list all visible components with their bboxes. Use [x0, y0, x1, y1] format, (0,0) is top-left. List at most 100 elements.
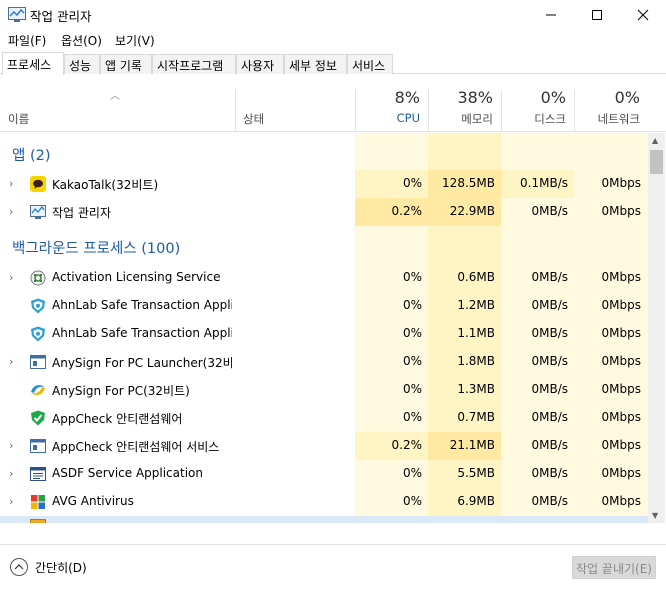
expand-chevron-icon[interactable]: ›: [9, 205, 13, 218]
memory-value: 0.7MB: [457, 410, 495, 424]
tab-details[interactable]: 세부 정보: [284, 54, 347, 74]
memory-value: 0.6MB: [457, 270, 495, 284]
header-disk[interactable]: 0% 디스크: [501, 74, 574, 132]
close-icon: [637, 9, 649, 21]
network-value: 0Mbps: [601, 410, 641, 424]
process-name: AppCheck 안티랜섬웨어: [52, 412, 183, 426]
process-row[interactable]: › AVG Antivirus 0% 6.9MB 0MB/s 0Mbps: [0, 488, 648, 516]
close-button[interactable]: [620, 0, 666, 30]
maximize-icon: [592, 10, 602, 20]
menu-view[interactable]: 보기(V): [115, 32, 155, 49]
process-row[interactable]: AhnLab Safe Transaction Appli... 0% 1.1M…: [0, 320, 648, 348]
memory-value: 6.9MB: [457, 494, 495, 508]
tab-services[interactable]: 서비스: [347, 54, 393, 74]
process-row[interactable]: › KakaoTalk(32비트) 0% 128.5MB 0.1MB/s 0Mb…: [0, 170, 648, 198]
scroll-down-icon[interactable]: ▼: [652, 511, 658, 520]
expand-chevron-icon[interactable]: ›: [9, 355, 13, 368]
title-bar: 작업 관리자: [0, 0, 666, 30]
task-manager-icon: [8, 7, 26, 22]
vertical-scrollbar[interactable]: ▲ ▼: [648, 133, 665, 523]
network-label: 네트워크: [597, 112, 640, 126]
disk-value: 0MB/s: [531, 466, 568, 480]
menu-options[interactable]: 옵션(O): [61, 32, 102, 49]
menu-file[interactable]: 파일(F): [8, 32, 46, 49]
header-network[interactable]: 0% 네트워크: [574, 74, 648, 132]
expand-chevron-icon[interactable]: ›: [9, 467, 13, 480]
minimize-button[interactable]: [528, 0, 574, 30]
process-row[interactable]: › ASDF Service Application 0% 5.5MB 0MB/…: [0, 460, 648, 488]
end-task-button[interactable]: 작업 끝내기(E): [572, 556, 656, 579]
tab-startup[interactable]: 시작프로그램: [152, 54, 236, 74]
process-row[interactable]: › AnySign For PC Launcher(32비... 0% 1.8M…: [0, 348, 648, 376]
asdf-icon: [30, 467, 46, 481]
process-name: 작업 관리자: [52, 206, 112, 220]
network-value: 0Mbps: [601, 382, 641, 396]
cpu-value: 0%: [402, 466, 422, 480]
process-row-selected[interactable]: [0, 516, 648, 523]
process-row[interactable]: › 작업 관리자 0.2% 22.9MB 0MB/s 0Mbps: [0, 198, 648, 226]
process-name: AppCheck 안티랜섬웨어 서비스: [52, 440, 220, 454]
expand-chevron-icon[interactable]: ›: [9, 495, 13, 508]
memory-value: 22.9MB: [449, 204, 495, 218]
group-header-background[interactable]: 백그라운드 프로세스 (100): [0, 232, 648, 260]
network-total-percent: 0%: [614, 88, 640, 107]
process-name: AVG Antivirus: [52, 494, 134, 508]
process-row[interactable]: AhnLab Safe Transaction Appli... 0% 1.2M…: [0, 292, 648, 320]
kakaotalk-icon: [30, 176, 46, 192]
app-window-icon: [30, 519, 46, 523]
cpu-value: 0%: [402, 270, 422, 284]
memory-total-percent: 38%: [457, 88, 493, 107]
memory-value: 21.1MB: [449, 438, 495, 452]
disk-value: 0MB/s: [531, 270, 568, 284]
header-cpu[interactable]: 8% CPU: [355, 74, 428, 132]
process-name: AnySign For PC Launcher(32비...: [52, 356, 232, 370]
header-status[interactable]: 상태: [235, 74, 355, 132]
memory-value: 1.2MB: [457, 298, 495, 312]
cpu-value: 0.2%: [391, 438, 423, 452]
process-row[interactable]: AppCheck 안티랜섬웨어 0% 0.7MB 0MB/s 0Mbps: [0, 404, 648, 432]
disk-value: 0MB/s: [531, 326, 568, 340]
collapse-chevron-icon[interactable]: [10, 558, 28, 576]
avg-icon: [31, 495, 45, 509]
process-row[interactable]: › AppCheck 안티랜섬웨어 서비스 0.2% 21.1MB 0MB/s …: [0, 432, 648, 460]
memory-value: 1.1MB: [457, 326, 495, 340]
cpu-value: 0%: [402, 298, 422, 312]
process-name: AhnLab Safe Transaction Appli...: [52, 298, 232, 312]
scroll-thumb[interactable]: [650, 150, 663, 174]
window-title: 작업 관리자: [30, 9, 92, 24]
anysign-icon: [31, 384, 45, 396]
expand-chevron-icon[interactable]: ›: [9, 177, 13, 190]
tab-performance[interactable]: 성능: [64, 54, 100, 74]
menu-bar: 파일(F) 옵션(O) 보기(V): [0, 30, 666, 50]
app-window-icon: [30, 439, 46, 453]
disk-value: 0MB/s: [531, 438, 568, 452]
cpu-value: 0%: [402, 382, 422, 396]
service-gear-icon: [30, 270, 46, 286]
process-name: Activation Licensing Service: [52, 270, 221, 284]
disk-value: 0MB/s: [531, 410, 568, 424]
expand-chevron-icon[interactable]: ›: [9, 439, 13, 452]
tab-users[interactable]: 사용자: [236, 54, 284, 74]
memory-value: 5.5MB: [457, 466, 495, 480]
group-header-apps[interactable]: 앱 (2): [0, 139, 648, 167]
network-value: 0Mbps: [601, 176, 641, 190]
header-name[interactable]: 이름: [0, 74, 235, 132]
tab-processes[interactable]: 프로세스: [2, 52, 64, 75]
network-value: 0Mbps: [601, 270, 641, 284]
fewer-details-link[interactable]: 간단히(D): [35, 559, 87, 576]
disk-value: 0MB/s: [531, 298, 568, 312]
cpu-value: 0%: [402, 410, 422, 424]
tab-bar: 프로세스 성능 앱 기록 시작프로그램 사용자 세부 정보 서비스: [0, 52, 666, 75]
minimize-icon: [546, 14, 556, 16]
tab-app-history[interactable]: 앱 기록: [100, 54, 152, 74]
process-name: AnySign For PC(32비트): [52, 384, 190, 398]
scroll-up-icon[interactable]: ▲: [652, 136, 658, 145]
memory-value: 1.8MB: [457, 354, 495, 368]
process-row[interactable]: › Activation Licensing Service 0% 0.6MB …: [0, 264, 648, 292]
disk-value: 0.1MB/s: [520, 176, 568, 190]
maximize-button[interactable]: [574, 0, 620, 30]
header-memory[interactable]: 38% 메모리: [428, 74, 501, 132]
network-value: 0Mbps: [601, 326, 641, 340]
process-row[interactable]: AnySign For PC(32비트) 0% 1.3MB 0MB/s 0Mbp…: [0, 376, 648, 404]
expand-chevron-icon[interactable]: ›: [9, 271, 13, 284]
